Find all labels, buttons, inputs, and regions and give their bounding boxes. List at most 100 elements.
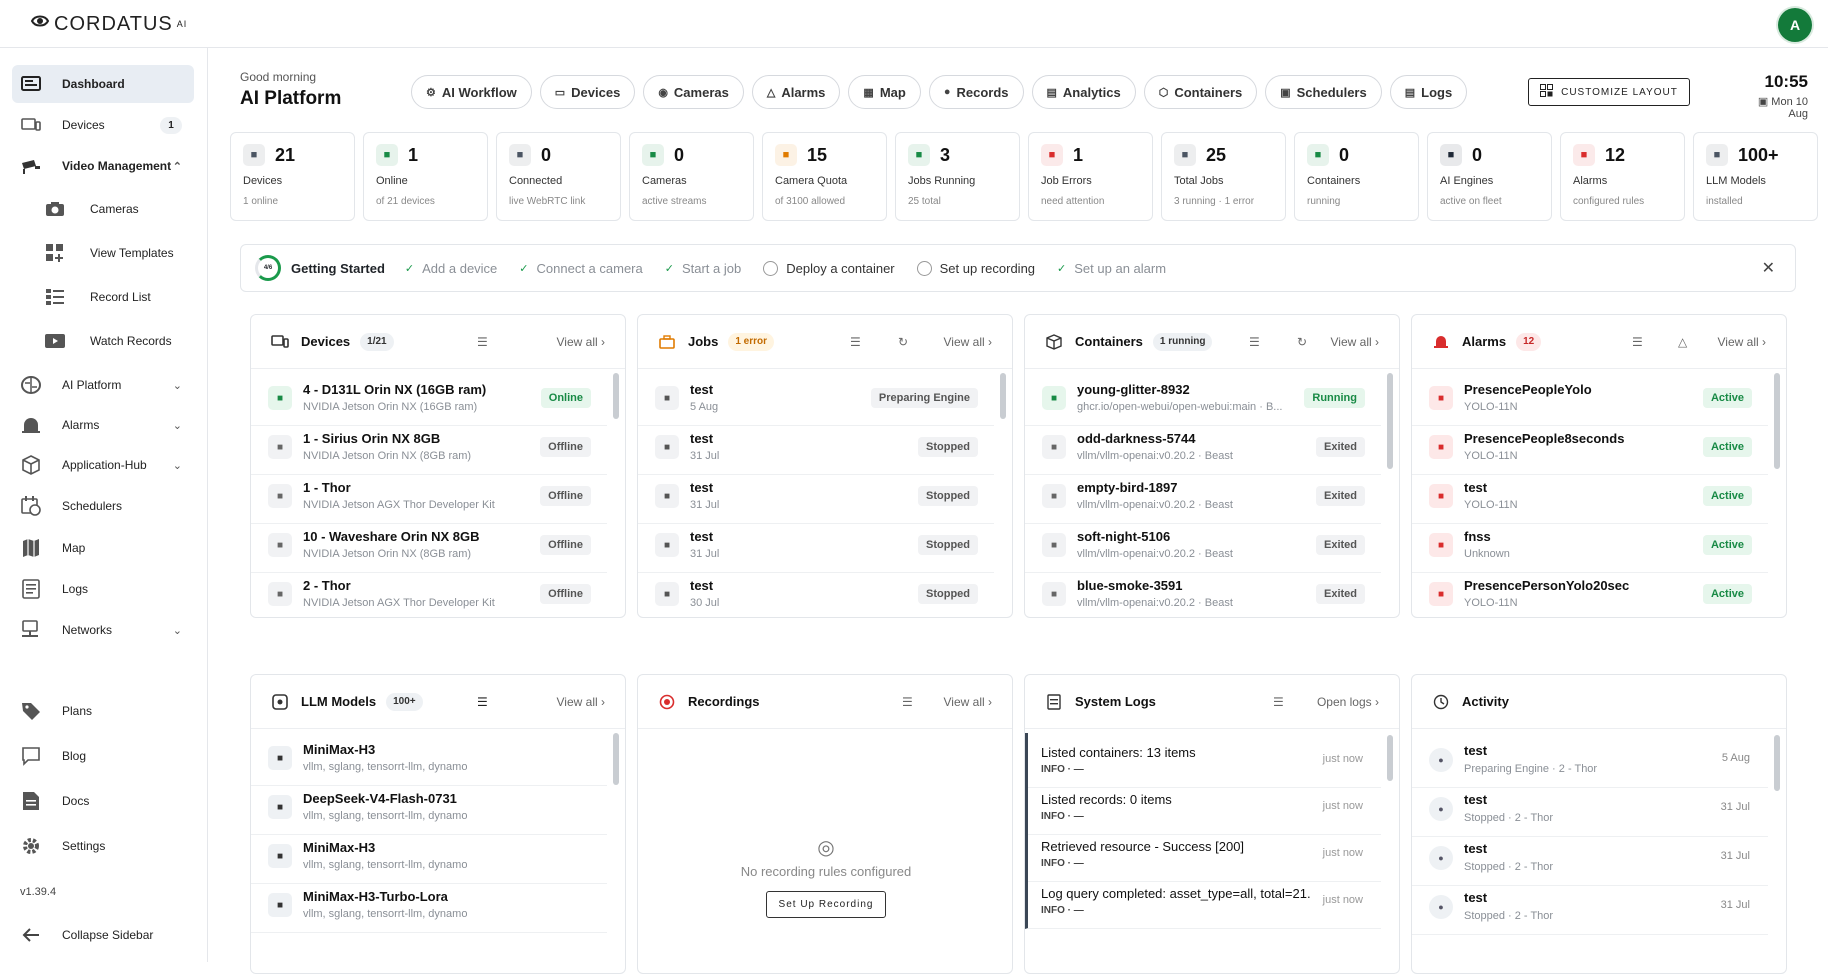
open-logs-link[interactable]: Open logs › — [1317, 695, 1379, 709]
sidebar-item-dashboard[interactable]: Dashboard — [12, 65, 194, 103]
sidebar-item-blog[interactable]: Blog — [12, 737, 194, 775]
nav-pill-analytics[interactable]: ▤ Analytics — [1031, 75, 1136, 109]
bell-settings-icon[interactable]: △ — [1678, 335, 1687, 349]
view-all-link[interactable]: View all › — [557, 695, 605, 709]
log-entry[interactable]: Log query completed: asset_type=all, tot… — [1025, 874, 1381, 929]
list-item[interactable]: ■ MiniMax-H3-Turbo-Lora vllm, sglang, tens… — [251, 876, 607, 933]
stat-card[interactable]: ■ 0 Connected live WebRTC link — [496, 132, 621, 221]
stat-card[interactable]: ■ 100+ LLM Models installed — [1693, 132, 1818, 221]
activity-item[interactable]: ● test Stopped · 2 - Thor 31 Jul — [1412, 878, 1768, 935]
filter-icon[interactable]: ☰ — [1273, 695, 1284, 709]
chevron-down-icon[interactable]: ⌄ — [173, 624, 182, 637]
card-title: Jobs — [688, 334, 719, 349]
sidebar-item-video-management[interactable]: Video Management ⌃ — [12, 147, 194, 185]
nav-pill-map[interactable]: ▦ Map — [848, 75, 921, 109]
stat-card[interactable]: ■ 12 Alarms configured rules — [1560, 132, 1685, 221]
customize-layout-button[interactable]: CUSTOMIZE LAYOUT — [1528, 78, 1690, 106]
nav-pill-containers[interactable]: ⬡ Containers — [1143, 75, 1258, 109]
view-all-link[interactable]: View all › — [1718, 335, 1766, 349]
sidebar-item-label: Docs — [62, 794, 90, 808]
stat-card[interactable]: ■ 1 Job Errors need attention — [1028, 132, 1153, 221]
stat-card[interactable]: ■ 1 Online of 21 devices — [363, 132, 488, 221]
filter-icon[interactable]: ☰ — [1632, 335, 1643, 349]
filter-icon[interactable]: ☰ — [902, 695, 913, 709]
stat-card[interactable]: ■ 25 Total Jobs 3 running · 1 error — [1161, 132, 1286, 221]
stat-card[interactable]: ■ 0 AI Engines active on fleet — [1427, 132, 1552, 221]
scrollbar[interactable] — [1000, 373, 1006, 419]
set-up-recording-button[interactable]: Set Up Recording — [765, 891, 887, 918]
nav-pill-schedulers[interactable]: ▣ Schedulers — [1265, 75, 1382, 109]
sidebar-item-label: Application-Hub — [62, 458, 147, 472]
sidebar-item-application-hub[interactable]: Application-Hub ⌄ — [12, 446, 194, 484]
getting-started-step[interactable]: ✓ Connect a camera — [519, 261, 642, 276]
sidebar-item-alarms[interactable]: Alarms ⌄ — [12, 406, 194, 444]
refresh-icon[interactable]: ↻ — [1297, 335, 1307, 349]
chevron-down-icon[interactable]: ⌄ — [173, 419, 182, 432]
check-icon: ✓ — [1057, 262, 1067, 275]
list-item[interactable]: ■ blue-smoke-3591 vllm/vllm-openai:v0.20.2… — [1025, 565, 1381, 617]
view-all-link[interactable]: View all › — [944, 335, 992, 349]
scrollbar[interactable] — [1387, 373, 1393, 469]
scrollbar[interactable] — [1774, 735, 1780, 791]
scrollbar[interactable] — [613, 733, 619, 785]
camera-icon — [42, 198, 68, 220]
status-badge: Online — [540, 388, 591, 408]
sidebar-item-watch-records[interactable]: Watch Records — [12, 322, 194, 360]
device-icon: ■ — [268, 435, 292, 459]
brand-logo[interactable]: CORDATUS AI — [30, 12, 187, 36]
nav-pill-alarms[interactable]: △ Alarms — [751, 75, 841, 109]
sidebar-item-docs[interactable]: Docs — [12, 782, 194, 820]
stat-card[interactable]: ■ 3 Jobs Running 25 total — [895, 132, 1020, 221]
filter-icon[interactable]: ☰ — [477, 335, 488, 349]
card-title: LLM Models — [301, 694, 377, 709]
getting-started-step[interactable]: ✓ Start a job — [665, 261, 741, 276]
sidebar-item-record-list[interactable]: Record List — [12, 278, 194, 316]
sidebar-item-networks[interactable]: Networks ⌄ — [12, 611, 194, 649]
list-item[interactable]: ■ test 30 Jul Stopped — [638, 565, 994, 617]
analytics-icon: ▤ — [1046, 86, 1057, 99]
view-all-link[interactable]: View all › — [1331, 335, 1379, 349]
item-title: 1 - Thor — [303, 480, 351, 495]
chevron-up-icon[interactable]: ⌃ — [173, 160, 182, 173]
getting-started-step[interactable]: ✓ Set up an alarm — [1057, 261, 1166, 276]
stat-card[interactable]: ■ 21 Devices 1 online — [230, 132, 355, 221]
sidebar-item-plans[interactable]: Plans — [12, 692, 194, 730]
sidebar-item-settings[interactable]: Settings — [12, 827, 194, 865]
nav-pill-ai-workflow[interactable]: ⚙ AI Workflow — [411, 75, 532, 109]
sidebar-item-map[interactable]: Map — [12, 529, 194, 567]
sidebar-item-schedulers[interactable]: Schedulers — [12, 487, 194, 525]
getting-started-step[interactable]: ✓ Add a device — [405, 261, 497, 276]
filter-icon[interactable]: ☰ — [850, 335, 861, 349]
brand-name: CORDATUS — [54, 12, 173, 35]
refresh-icon[interactable]: ↻ — [898, 335, 908, 349]
scrollbar[interactable] — [1774, 373, 1780, 469]
nav-pill-devices[interactable]: ▭ Devices — [539, 75, 636, 109]
filter-icon[interactable]: ☰ — [1249, 335, 1260, 349]
sidebar-item-devices[interactable]: Devices 1 — [12, 106, 194, 144]
chevron-down-icon[interactable]: ⌄ — [173, 459, 182, 472]
sidebar-item-logs[interactable]: Logs — [12, 570, 194, 608]
nav-pill-records[interactable]: ● Records — [928, 75, 1024, 109]
getting-started-step[interactable]: Deploy a container — [763, 260, 895, 276]
sidebar-item-cameras[interactable]: Cameras — [12, 190, 194, 228]
nav-pill-cameras[interactable]: ◉ Cameras — [643, 75, 744, 109]
stat-card[interactable]: ■ 0 Cameras active streams — [629, 132, 754, 221]
nav-pill-logs[interactable]: ▤ Logs — [1389, 75, 1468, 109]
stat-card[interactable]: ■ 15 Camera Quota of 3100 allowed — [762, 132, 887, 221]
list-item[interactable]: ■ PresencePersonYolo20sec YOLO-11N Active — [1412, 565, 1768, 617]
scrollbar[interactable] — [1387, 735, 1393, 781]
close-icon[interactable]: ✕ — [1762, 258, 1775, 278]
collapse-sidebar-button[interactable]: Collapse Sidebar — [12, 916, 194, 954]
filter-icon[interactable]: ☰ — [477, 695, 488, 709]
sidebar-item-view-templates[interactable]: View Templates — [12, 234, 194, 272]
view-all-link[interactable]: View all › — [944, 695, 992, 709]
nav-pill-label: Alarms — [781, 84, 826, 100]
list-item[interactable]: ■ 2 - Thor NVIDIA Jetson AGX Thor Develope… — [251, 565, 607, 617]
user-avatar[interactable]: A — [1778, 8, 1812, 42]
view-all-link[interactable]: View all › — [557, 335, 605, 349]
stat-card[interactable]: ■ 0 Containers running — [1294, 132, 1419, 221]
sidebar-item-ai-platform[interactable]: AI Platform ⌄ — [12, 366, 194, 404]
getting-started-step[interactable]: Set up recording — [916, 260, 1035, 276]
scrollbar[interactable] — [613, 373, 619, 419]
chevron-down-icon[interactable]: ⌄ — [173, 379, 182, 392]
